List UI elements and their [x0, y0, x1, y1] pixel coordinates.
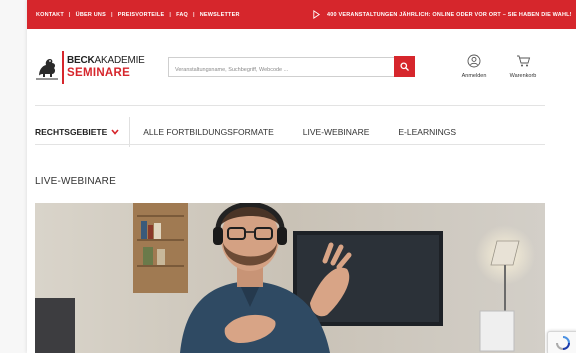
top-nav-kontakt[interactable]: KONTAKT — [36, 12, 64, 18]
top-nav-newsletter[interactable]: NEWSLETTER — [200, 12, 240, 18]
chevron-down-icon — [111, 129, 119, 135]
nav-divider-line — [35, 144, 545, 145]
beck-akademie-logo[interactable]: BECKAKADEMIE SEMINARE — [36, 51, 145, 84]
cart-button[interactable]: Warenkorb — [505, 54, 541, 79]
webinar-photo — [35, 203, 545, 353]
nav-rechtsgebiete-label: RECHTSGEBIETE — [35, 127, 108, 137]
header-divider — [35, 105, 545, 106]
logo-akademie: AKADEMIE — [94, 54, 145, 66]
top-nav-separator: | — [68, 12, 71, 18]
logo-beck: BECK — [67, 54, 95, 66]
main-nav: RECHTSGEBIETE ALLE FORTBILDUNGSFORMATE L… — [35, 117, 456, 147]
search-input[interactable] — [169, 61, 389, 79]
page-title: LIVE-WEBINARE — [35, 176, 116, 187]
top-nav-ueber-uns[interactable]: ÜBER UNS — [76, 12, 106, 18]
browser-page: KONTAKT | ÜBER UNS | PREISVORTEILE | FAQ… — [27, 0, 576, 353]
search-box — [168, 57, 414, 79]
beck-eagle-icon — [36, 58, 58, 79]
cart-label: Warenkorb — [509, 73, 537, 79]
search-icon — [400, 62, 409, 71]
play-icon — [313, 10, 321, 19]
nav-divider — [129, 117, 131, 147]
nav-e-learnings[interactable]: E-LEARNINGS — [398, 127, 456, 137]
login-label: Anmelden — [461, 73, 487, 79]
nav-alle-fortbildungsformate[interactable]: ALLE FORTBILDUNGSFORMATE — [143, 127, 274, 137]
top-nav-separator: | — [169, 12, 172, 18]
promo-text: 400 VERANSTALTUNGEN JÄHRLICH: ONLINE ODE… — [327, 11, 572, 18]
promo-banner[interactable]: 400 VERANSTALTUNGEN JÄHRLICH: ONLINE ODE… — [312, 10, 572, 19]
left-margin — [0, 0, 28, 353]
top-bar: KONTAKT | ÜBER UNS | PREISVORTEILE | FAQ… — [27, 0, 576, 29]
top-nav-separator: | — [110, 12, 113, 18]
hero-image — [35, 203, 545, 353]
top-nav-separator: | — [192, 12, 195, 18]
logo-seminare: SEMINARE — [67, 66, 131, 79]
top-nav-preisvorteile[interactable]: PREISVORTEILE — [118, 12, 165, 18]
login-button[interactable]: Anmelden — [459, 54, 489, 79]
logo-divider — [62, 51, 64, 84]
nav-live-webinare[interactable]: LIVE-WEBINARE — [303, 127, 370, 137]
recaptcha-badge[interactable] — [547, 331, 576, 353]
user-icon — [467, 54, 481, 68]
search-button[interactable] — [394, 56, 415, 77]
top-nav-faq[interactable]: FAQ — [176, 12, 188, 18]
recaptcha-icon — [555, 336, 570, 350]
cart-icon — [516, 55, 530, 67]
top-nav: KONTAKT | ÜBER UNS | PREISVORTEILE | FAQ… — [36, 12, 240, 18]
logo-text: BECKAKADEMIE SEMINARE — [67, 54, 145, 80]
nav-rechtsgebiete[interactable]: RECHTSGEBIETE — [35, 127, 119, 137]
